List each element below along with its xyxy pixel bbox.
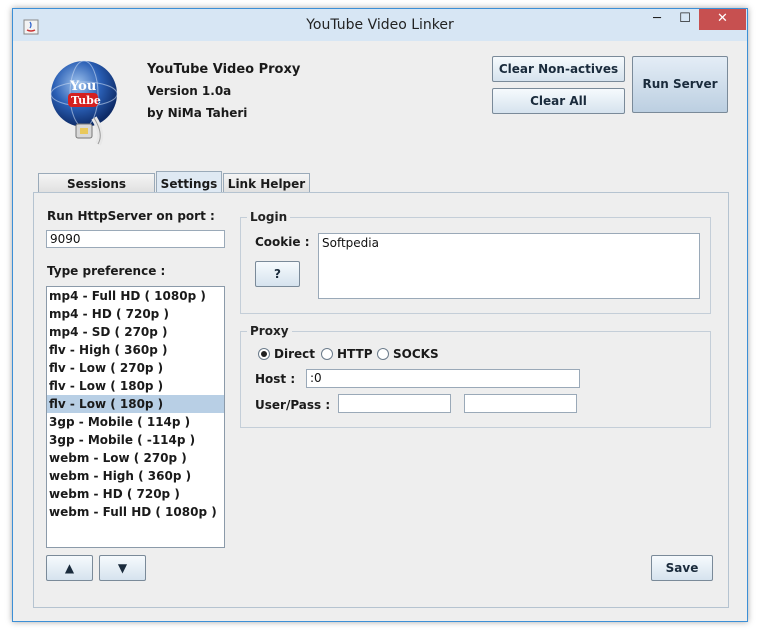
password-field[interactable] (464, 394, 577, 413)
proxy-direct-radio[interactable]: Direct (258, 347, 315, 361)
app-name: YouTube Video Proxy (147, 62, 301, 77)
type-preference-item[interactable]: 3gp - Mobile ( -114p ) (47, 431, 224, 449)
app-window: YouTube Video Linker ─ ☐ ✕ You Tube YouT… (12, 8, 748, 622)
port-field[interactable]: 9090 (46, 230, 225, 248)
host-label: Host : (255, 372, 296, 386)
type-preference-item[interactable]: flv - Low ( 180p ) (47, 395, 224, 413)
username-field[interactable] (338, 394, 451, 413)
cookie-textarea[interactable]: Softpedia (318, 233, 700, 299)
svg-text:Tube: Tube (71, 94, 101, 107)
clear-all-button[interactable]: Clear All (492, 88, 625, 114)
proxy-group-title: Proxy (247, 324, 292, 338)
proxy-group: Proxy Direct HTTP SOCKS Host : :0 User/P… (240, 324, 711, 428)
type-preference-item[interactable]: flv - Low ( 270p ) (47, 359, 224, 377)
userpass-label: User/Pass : (255, 398, 331, 412)
port-label: Run HttpServer on port : (47, 209, 215, 223)
type-preference-item[interactable]: webm - Low ( 270p ) (47, 449, 224, 467)
maximize-button[interactable]: ☐ (671, 9, 699, 30)
minimize-button[interactable]: ─ (643, 9, 671, 30)
proxy-socks-radio[interactable]: SOCKS (377, 347, 439, 361)
type-preference-item[interactable]: flv - Low ( 180p ) (47, 377, 224, 395)
type-preference-list[interactable]: mp4 - Full HD ( 1080p ) mp4 - HD ( 720p )… (46, 286, 225, 548)
type-preference-item[interactable]: flv - High ( 360p ) (47, 341, 224, 359)
window-title: YouTube Video Linker (306, 17, 454, 33)
radio-selected-icon (258, 348, 270, 360)
svg-text:You: You (69, 79, 96, 94)
type-preference-item[interactable]: mp4 - SD ( 270p ) (47, 323, 224, 341)
move-down-button[interactable]: ▼ (99, 555, 146, 581)
cookie-label: Cookie : (255, 235, 310, 249)
save-button[interactable]: Save (651, 555, 713, 581)
settings-panel: Run HttpServer on port : 9090 Type prefe… (33, 192, 729, 608)
login-group: Login Cookie : Softpedia ? (240, 210, 711, 314)
app-author: by NiMa Taheri (147, 106, 248, 120)
type-preference-item[interactable]: webm - High ( 360p ) (47, 467, 224, 485)
host-field[interactable]: :0 (306, 369, 580, 388)
type-preference-item[interactable]: mp4 - HD ( 720p ) (47, 305, 224, 323)
radio-unselected-icon (321, 348, 333, 360)
type-preference-label: Type preference : (47, 264, 166, 278)
type-preference-item[interactable]: webm - HD ( 720p ) (47, 485, 224, 503)
login-group-title: Login (247, 210, 291, 224)
main-content: You Tube YouTube Video Proxy Version 1.0… (20, 41, 742, 617)
proxy-http-radio[interactable]: HTTP (321, 347, 372, 361)
close-button[interactable]: ✕ (699, 9, 746, 30)
app-version: Version 1.0a (147, 84, 232, 98)
type-preference-item[interactable]: 3gp - Mobile ( 114p ) (47, 413, 224, 431)
move-up-button[interactable]: ▲ (46, 555, 93, 581)
run-server-button[interactable]: Run Server (632, 56, 728, 113)
youtube-globe-logo-icon: You Tube (50, 60, 118, 146)
type-preference-item[interactable]: mp4 - Full HD ( 1080p ) (47, 287, 224, 305)
title-bar[interactable]: YouTube Video Linker ─ ☐ ✕ (13, 9, 747, 41)
radio-unselected-icon (377, 348, 389, 360)
cookie-help-button[interactable]: ? (255, 261, 300, 287)
type-preference-item[interactable]: webm - Full HD ( 1080p ) (47, 503, 224, 521)
clear-non-actives-button[interactable]: Clear Non-actives (492, 56, 625, 82)
